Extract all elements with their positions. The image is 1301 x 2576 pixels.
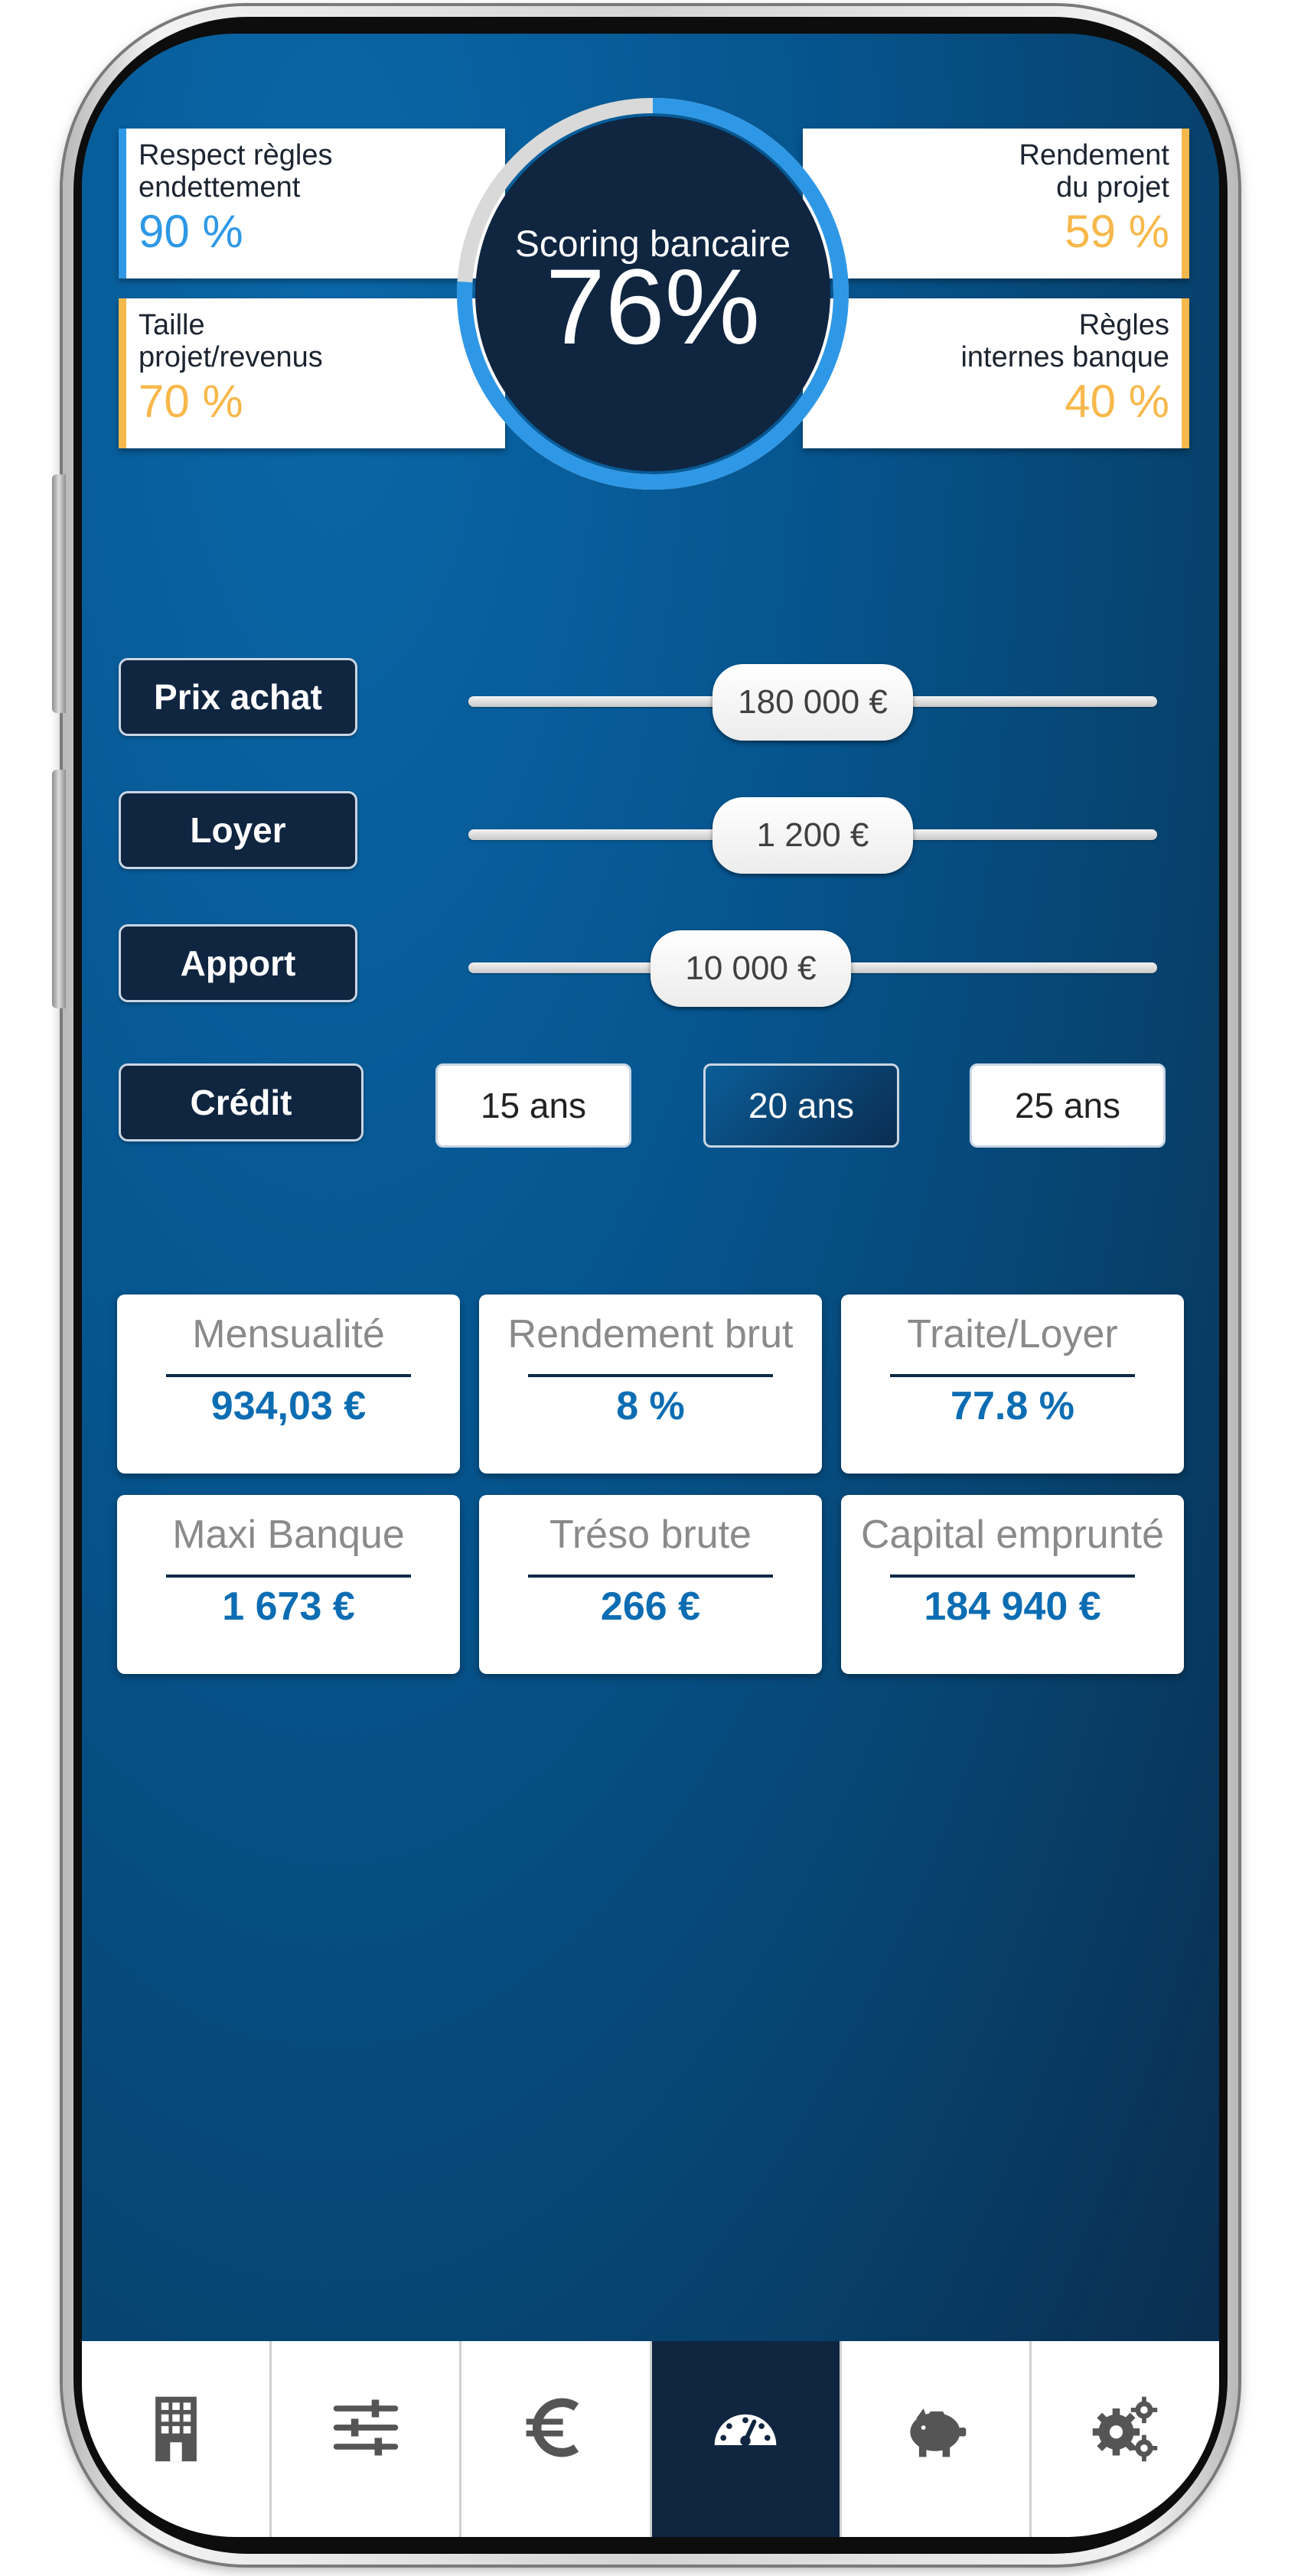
stat-divider xyxy=(890,1575,1135,1578)
duration-25-button[interactable]: 25 ans xyxy=(970,1063,1166,1148)
duration-20-button[interactable]: 20 ans xyxy=(703,1063,899,1148)
stat-title: Mensualité xyxy=(192,1312,385,1356)
gears-icon xyxy=(1093,2396,1158,2462)
card-value: 59 % xyxy=(1065,206,1169,257)
app-screen: Respect règles endettement 90 % Rendemen… xyxy=(82,34,1219,2537)
card-label: Règles internes banque xyxy=(960,309,1169,373)
duration-15-button[interactable]: 15 ans xyxy=(435,1063,631,1148)
euro-icon xyxy=(526,2398,579,2457)
stat-mensualite: Mensualité 934,03 € xyxy=(117,1295,460,1474)
stat-divider xyxy=(528,1374,773,1377)
nav-building[interactable] xyxy=(82,2341,272,2537)
sliders-icon xyxy=(333,2399,398,2456)
card-value: 40 % xyxy=(1065,376,1169,427)
slider-thumb-prix-achat[interactable]: 180 000 € xyxy=(712,664,913,741)
nav-settings[interactable] xyxy=(1032,2341,1219,2537)
nav-savings[interactable] xyxy=(842,2341,1032,2537)
stat-capital-emprunte: Capital emprunté 184 940 € xyxy=(841,1495,1184,1674)
volume-down-button xyxy=(52,770,66,1008)
stat-title: Tréso brute xyxy=(549,1513,752,1557)
stat-title: Rendement brut xyxy=(507,1312,794,1356)
piggy-bank-icon xyxy=(910,2408,967,2457)
stat-rendement-brut: Rendement brut 8 % xyxy=(479,1295,822,1474)
card-value: 70 % xyxy=(139,376,243,427)
slider-thumb-apport[interactable]: 10 000 € xyxy=(650,930,851,1007)
card-label: Taille projet/revenus xyxy=(139,309,323,373)
slider-label-loyer: Loyer xyxy=(119,791,357,869)
stat-divider xyxy=(528,1575,773,1578)
stat-value: 266 € xyxy=(600,1584,701,1629)
slider-label-prix-achat: Prix achat xyxy=(119,658,357,736)
stat-value: 184 940 € xyxy=(924,1584,1101,1629)
stat-divider xyxy=(890,1374,1135,1377)
stat-maxi-banque: Maxi Banque 1 673 € xyxy=(117,1495,460,1674)
card-label: Rendement du projet xyxy=(1019,139,1169,204)
stat-divider xyxy=(166,1374,411,1377)
nav-euro[interactable] xyxy=(461,2341,652,2537)
volume-up-button xyxy=(52,474,66,713)
stat-title: Maxi Banque xyxy=(172,1513,405,1557)
stat-value: 1 673 € xyxy=(222,1584,355,1629)
stat-treso-brute: Tréso brute 266 € xyxy=(479,1495,822,1674)
building-icon xyxy=(155,2396,197,2462)
card-value: 90 % xyxy=(139,206,243,257)
stat-value: 77.8 % xyxy=(950,1384,1074,1428)
slider-thumb-loyer[interactable]: 1 200 € xyxy=(712,797,913,874)
gauge-value: 76% xyxy=(545,246,761,366)
card-rendement-projet: Rendement du projet 59 % xyxy=(803,129,1189,278)
stat-value: 934,03 € xyxy=(210,1384,367,1428)
scoring-gauge: Scoring bancaire 76% xyxy=(446,87,859,500)
nav-dashboard[interactable] xyxy=(651,2341,842,2537)
credit-label: Crédit xyxy=(119,1063,364,1141)
stat-title: Traite/Loyer xyxy=(907,1312,1118,1356)
card-label: Respect règles endettement xyxy=(139,139,333,204)
stat-divider xyxy=(166,1575,411,1578)
stat-traite-loyer: Traite/Loyer 77.8 % xyxy=(841,1295,1184,1474)
nav-settings-sliders[interactable] xyxy=(272,2341,462,2537)
speedometer-icon xyxy=(714,2414,777,2446)
stat-value: 8 % xyxy=(616,1384,685,1428)
slider-label-apport: Apport xyxy=(119,924,357,1002)
card-regles-internes: Règles internes banque 40 % xyxy=(803,298,1189,448)
bottom-nav xyxy=(82,2341,1219,2537)
stat-title: Capital emprunté xyxy=(861,1513,1164,1557)
